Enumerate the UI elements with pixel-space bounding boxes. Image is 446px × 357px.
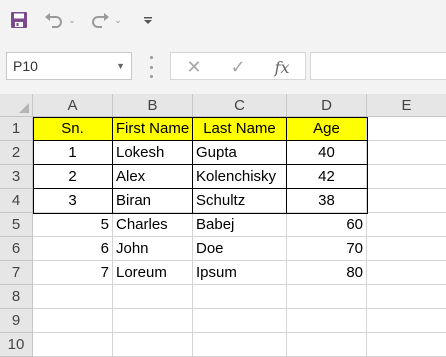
cell-c3[interactable]: Kolenchisky xyxy=(193,165,287,189)
cell-c4[interactable]: Schultz xyxy=(193,189,287,213)
cancel-icon[interactable]: ✕ xyxy=(181,56,207,78)
column-header-a[interactable]: A xyxy=(33,94,113,117)
cell-e1[interactable] xyxy=(367,117,446,141)
customize-qat-icon[interactable] xyxy=(140,8,156,32)
cell-d10[interactable] xyxy=(287,333,367,357)
formula-buttons: ✕ ✓ fx xyxy=(170,52,306,80)
name-box-value: P10 xyxy=(13,58,38,74)
cell-e9[interactable] xyxy=(367,309,446,333)
formula-input[interactable] xyxy=(310,52,446,80)
row-header-9[interactable]: 9 xyxy=(0,309,33,333)
cell-b10[interactable] xyxy=(113,333,193,357)
chevron-down-icon[interactable]: ▼ xyxy=(116,61,125,71)
cell-c1[interactable]: Last Name xyxy=(193,117,287,141)
cell-c9[interactable] xyxy=(193,309,287,333)
row-header-10[interactable]: 10 xyxy=(0,333,33,357)
cell-d2[interactable]: 40 xyxy=(287,141,367,165)
cell-e5[interactable] xyxy=(367,213,446,237)
column-header-b[interactable]: B xyxy=(113,94,193,117)
cell-a4[interactable]: 3 xyxy=(33,189,113,213)
cell-b2[interactable]: Lokesh xyxy=(113,141,193,165)
row-header-7[interactable]: 7 xyxy=(0,261,33,285)
cell-b1[interactable]: First Name xyxy=(113,117,193,141)
undo-dropdown-icon[interactable]: ⌄ xyxy=(66,8,78,32)
cell-e10[interactable] xyxy=(367,333,446,357)
column-header-d[interactable]: D xyxy=(287,94,367,117)
cell-d7[interactable]: 80 xyxy=(287,261,367,285)
cell-a9[interactable] xyxy=(33,309,113,333)
row-header-5[interactable]: 5 xyxy=(0,213,33,237)
row-header-2[interactable]: 2 xyxy=(0,141,33,165)
save-icon[interactable] xyxy=(8,8,30,32)
redo-dropdown-icon[interactable]: ⌄ xyxy=(112,8,124,32)
cell-e4[interactable] xyxy=(367,189,446,213)
cell-a5[interactable]: 5 xyxy=(33,213,113,237)
insert-function-icon[interactable]: fx xyxy=(269,56,295,78)
worksheet-grid: A B C D E 1 Sn. First Name Last Name Age 2 1 Lokesh G… xyxy=(0,94,446,357)
cell-b6[interactable]: John xyxy=(113,237,193,261)
undo-icon[interactable] xyxy=(42,8,66,32)
name-box[interactable]: P10 ▼ xyxy=(6,52,132,80)
cell-e6[interactable] xyxy=(367,237,446,261)
cell-d1[interactable]: Age xyxy=(287,117,367,141)
column-header-e[interactable]: E xyxy=(367,94,446,117)
cell-a7[interactable]: 7 xyxy=(33,261,113,285)
cell-d6[interactable]: 70 xyxy=(287,237,367,261)
cell-c2[interactable]: Gupta xyxy=(193,141,287,165)
cell-a3[interactable]: 2 xyxy=(33,165,113,189)
cell-e3[interactable] xyxy=(367,165,446,189)
cell-b7[interactable]: Loreum xyxy=(113,261,193,285)
cell-c10[interactable] xyxy=(193,333,287,357)
cell-a10[interactable] xyxy=(33,333,113,357)
cell-b4[interactable]: Biran xyxy=(113,189,193,213)
cell-d4[interactable]: 38 xyxy=(287,189,367,213)
cell-c7[interactable]: Ipsum xyxy=(193,261,287,285)
cell-b8[interactable] xyxy=(113,285,193,309)
cell-a8[interactable] xyxy=(33,285,113,309)
row-header-1[interactable]: 1 xyxy=(0,117,33,141)
cell-e8[interactable] xyxy=(367,285,446,309)
row-header-6[interactable]: 6 xyxy=(0,237,33,261)
redo-icon[interactable] xyxy=(88,8,112,32)
cell-a1[interactable]: Sn. xyxy=(33,117,113,141)
formula-bar-resize-handle[interactable] xyxy=(148,56,154,78)
cell-a2[interactable]: 1 xyxy=(33,141,113,165)
row-header-8[interactable]: 8 xyxy=(0,285,33,309)
row-header-3[interactable]: 3 xyxy=(0,165,33,189)
row-header-4[interactable]: 4 xyxy=(0,189,33,213)
cell-d8[interactable] xyxy=(287,285,367,309)
column-header-c[interactable]: C xyxy=(193,94,287,117)
quick-access-toolbar: ⌄ ⌄ xyxy=(0,0,446,40)
cell-a6[interactable]: 6 xyxy=(33,237,113,261)
cell-c6[interactable]: Doe xyxy=(193,237,287,261)
cell-e7[interactable] xyxy=(367,261,446,285)
cell-d3[interactable]: 42 xyxy=(287,165,367,189)
enter-icon[interactable]: ✓ xyxy=(225,56,251,78)
cell-b5[interactable]: Charles xyxy=(113,213,193,237)
cell-b9[interactable] xyxy=(113,309,193,333)
cell-c8[interactable] xyxy=(193,285,287,309)
select-all-button[interactable] xyxy=(0,94,33,117)
cell-e2[interactable] xyxy=(367,141,446,165)
cell-d5[interactable]: 60 xyxy=(287,213,367,237)
cell-b3[interactable]: Alex xyxy=(113,165,193,189)
cell-d9[interactable] xyxy=(287,309,367,333)
cell-c5[interactable]: Babej xyxy=(193,213,287,237)
